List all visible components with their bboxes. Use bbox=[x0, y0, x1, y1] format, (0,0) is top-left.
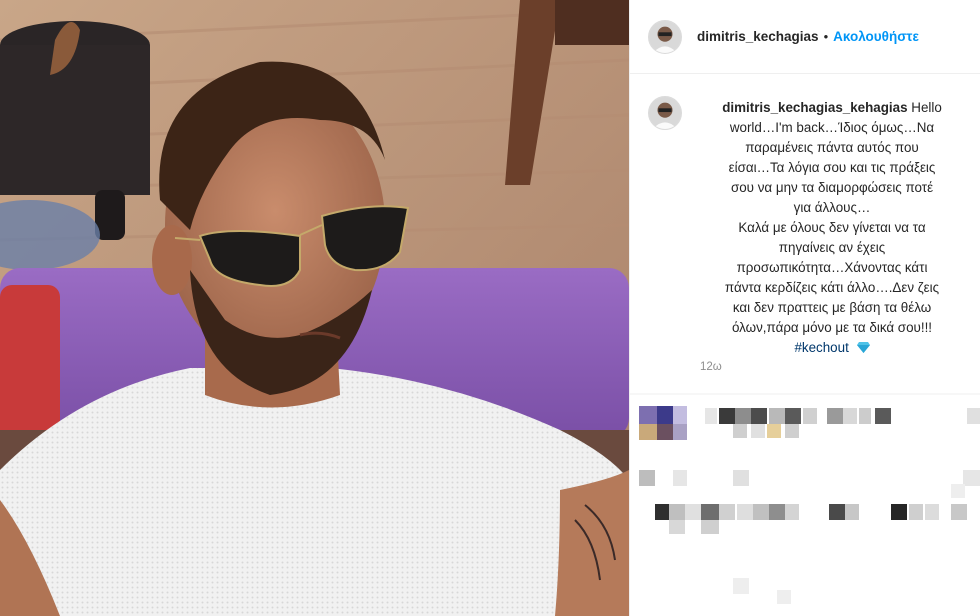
caption-line: σου να μην τα διαμορφώσεις ποτέ bbox=[730, 180, 934, 195]
follow-button[interactable]: Ακολουθήστε bbox=[833, 29, 919, 44]
caption-line: Hello bbox=[911, 100, 942, 115]
caption-line: πάντα κερδίζεις κάτι άλλο….Δεν ζεις bbox=[724, 280, 940, 295]
caption-line: για άλλους… bbox=[793, 200, 871, 215]
caption-line: όλων,πάρα μόνο με τα δικά σου!!! bbox=[731, 320, 933, 335]
avatar-image bbox=[649, 20, 681, 53]
caption-avatar[interactable] bbox=[648, 96, 682, 130]
post-header: dimitris_kechagias • Ακολουθήστε bbox=[630, 0, 980, 74]
caption-line: Καλά με όλους δεν γίνεται να τα bbox=[738, 220, 926, 235]
caption-line: προσωπικότητα…Χάνοντας κάτι bbox=[736, 260, 928, 275]
caption-line: είσαι…Τα λόγια σου και τις πράξεις bbox=[728, 160, 936, 175]
avatar-image bbox=[649, 97, 681, 129]
comments-section bbox=[629, 380, 980, 616]
post-image bbox=[0, 0, 629, 616]
pixelated-comments bbox=[629, 393, 980, 604]
post-photo bbox=[0, 0, 629, 616]
caption-line: world…I'm back…Ίδιος όμως…Να bbox=[729, 120, 935, 135]
caption-line: πηγαίνεις αν έχεις bbox=[778, 240, 886, 255]
caption-username[interactable]: dimitris_kechagias_kehagias bbox=[722, 100, 907, 115]
username-link[interactable]: dimitris_kechagias bbox=[697, 29, 819, 44]
caption-text: dimitris_kechagias_kehagias Hello world…… bbox=[700, 98, 964, 358]
separator-dot: • bbox=[823, 29, 829, 44]
gem-icon bbox=[856, 342, 870, 353]
post-timestamp[interactable]: 12ω bbox=[700, 361, 722, 373]
caption-line: και δεν πραττεις με βάση τα θέλω bbox=[732, 300, 932, 315]
avatar[interactable] bbox=[648, 19, 682, 54]
hashtag-link[interactable]: #kechout bbox=[794, 340, 848, 355]
caption-line: παραμένεις πάντα αυτός που bbox=[745, 140, 919, 155]
